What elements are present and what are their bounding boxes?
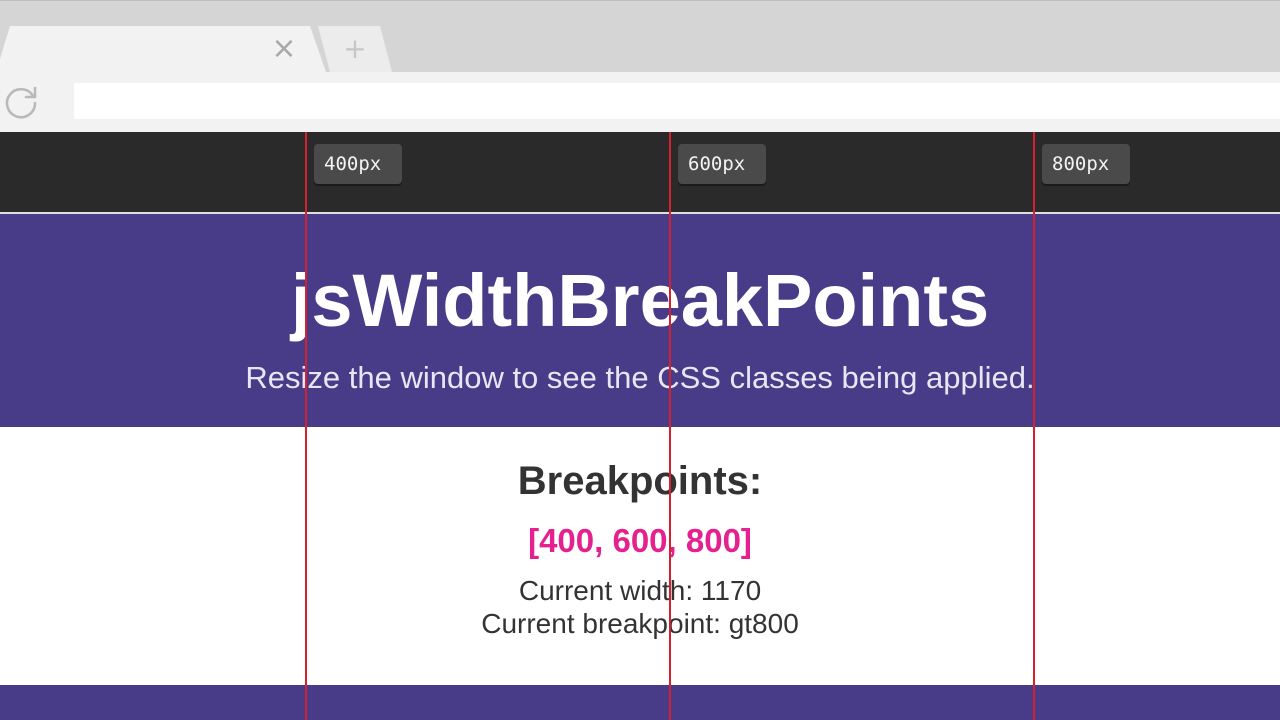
- address-bar[interactable]: [74, 83, 1280, 119]
- breakpoint-line-800: [1033, 132, 1035, 720]
- page-subtitle: Resize the window to see the CSS classes…: [245, 360, 1035, 395]
- breakpoint-badge-800: 800px: [1042, 144, 1130, 184]
- tab-close-icon[interactable]: ×: [270, 34, 298, 64]
- breakpoint-badge-400: 400px: [314, 144, 402, 184]
- chrome-top-border: [0, 0, 1280, 1]
- current-width-text: Current width: 1170: [518, 575, 762, 606]
- breakpoint-line-600: [669, 132, 671, 720]
- breakpoint-line-400: [305, 132, 307, 720]
- breakpoints-heading: Breakpoints:: [517, 459, 763, 503]
- breakpoints-list: [400, 600, 800]: [528, 522, 752, 559]
- footer-band: [0, 685, 1280, 720]
- plus-icon[interactable]: +: [340, 34, 370, 64]
- current-breakpoint-text: Current breakpoint: gt800: [481, 608, 799, 639]
- reload-icon[interactable]: [2, 82, 40, 120]
- page-title: jsWidthBreakPoints: [290, 259, 990, 342]
- breakpoint-badge-600: 600px: [678, 144, 766, 184]
